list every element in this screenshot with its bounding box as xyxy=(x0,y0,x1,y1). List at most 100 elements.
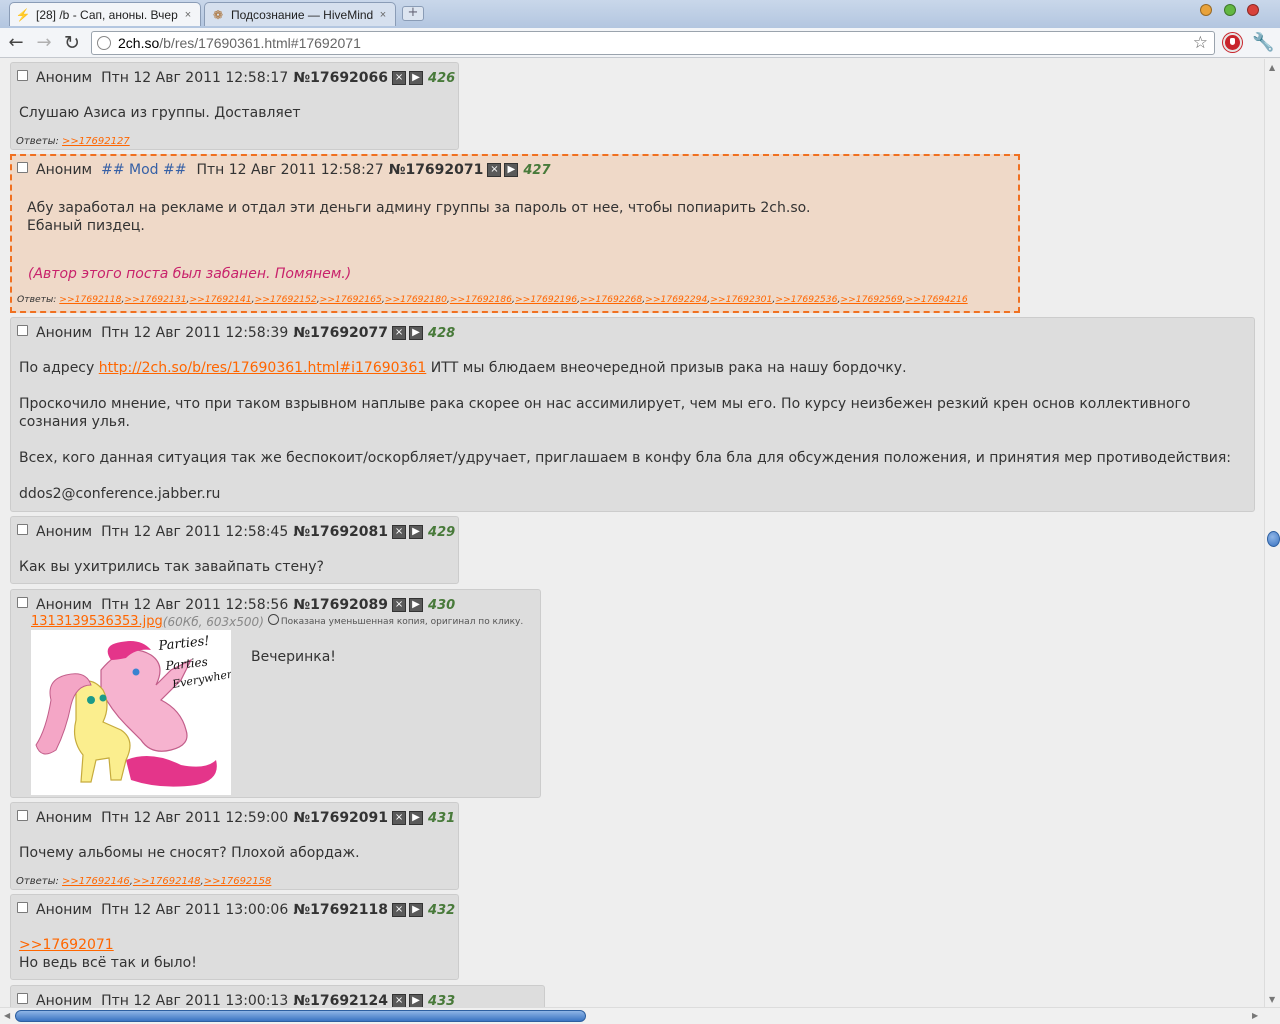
reply-link[interactable]: >>17692294 xyxy=(645,294,707,305)
reply-link[interactable]: >>17692148 xyxy=(133,876,201,887)
vertical-scroll-thumb[interactable] xyxy=(1267,531,1280,547)
reload-button[interactable]: ↻ xyxy=(61,32,83,54)
post-checkbox[interactable] xyxy=(17,161,28,173)
thread-page: Аноним Птн 12 Авг 2011 12:58:17 №1769206… xyxy=(0,59,1264,1007)
star-icon[interactable]: ☆ xyxy=(1193,32,1208,54)
tab-strip: ⚡ [28] /b - Сап, аноны. Вчер × ❁ Подсозн… xyxy=(0,0,1280,28)
post-counter: 432 xyxy=(428,902,456,918)
quote-link[interactable]: >>17692071 xyxy=(19,937,114,953)
close-icon[interactable]: × xyxy=(182,9,194,21)
post-checkbox[interactable] xyxy=(17,324,28,336)
post-number[interactable]: №17692077 xyxy=(293,325,388,341)
post-date: Птн 12 Авг 2011 12:59:00 xyxy=(101,810,289,826)
reply-arrow-icon[interactable]: ▶ xyxy=(409,326,424,340)
reply-link[interactable]: >>17692152 xyxy=(255,294,317,305)
post-author: Аноним xyxy=(36,325,93,341)
hide-post-icon[interactable]: × xyxy=(392,598,407,612)
post-message-line: Ебаный пиздец. xyxy=(27,218,145,234)
tab-hivemind[interactable]: ❁ Подсознание — HiveMind × xyxy=(204,2,396,26)
reply-link[interactable]: >>17692158 xyxy=(204,876,272,887)
hide-post-icon[interactable]: × xyxy=(392,525,407,539)
thread-link[interactable]: http://2ch.so/b/res/17690361.html#i17690… xyxy=(99,360,427,376)
scroll-right-icon[interactable]: ▶ xyxy=(1252,1011,1258,1020)
scroll-up-icon[interactable]: ▲ xyxy=(1269,63,1275,72)
reply-arrow-icon[interactable]: ▶ xyxy=(409,525,424,539)
reply-arrow-icon[interactable]: ▶ xyxy=(409,903,424,917)
back-button[interactable]: ← xyxy=(5,32,27,54)
post-checkbox[interactable] xyxy=(17,69,28,81)
forward-button[interactable]: → xyxy=(33,32,55,54)
post-message-line: ddos2@conference.jabber.ru xyxy=(19,486,221,502)
tab-active[interactable]: ⚡ [28] /b - Сап, аноны. Вчер × xyxy=(9,2,201,26)
reply-link[interactable]: >>17692118 xyxy=(59,294,121,305)
new-tab-button[interactable]: + xyxy=(402,6,424,21)
horizontal-scroll-thumb[interactable] xyxy=(15,1010,586,1022)
post-checkbox[interactable] xyxy=(17,596,28,608)
close-icon[interactable]: × xyxy=(377,9,389,21)
reply-arrow-icon[interactable]: ▶ xyxy=(409,598,424,612)
reply-arrow-icon[interactable]: ▶ xyxy=(409,71,424,85)
post-counter: 433 xyxy=(428,993,456,1008)
reply-link[interactable]: >>17692127 xyxy=(62,136,130,147)
post-number[interactable]: №17692118 xyxy=(293,902,388,918)
post-author: Аноним xyxy=(36,810,93,826)
post-header: Аноним Птн 12 Авг 2011 13:00:13 №1769212… xyxy=(17,992,455,1007)
reply-link[interactable]: >>17694216 xyxy=(906,294,968,305)
minimize-button[interactable] xyxy=(1200,4,1212,16)
post: Аноним Птн 12 Авг 2011 13:00:06 №1769211… xyxy=(10,894,459,980)
post-number[interactable]: №17692066 xyxy=(293,70,388,86)
address-bar[interactable]: 2ch.so/b/res/17690361.html#17692071 ☆ xyxy=(91,31,1215,55)
scroll-down-icon[interactable]: ▼ xyxy=(1269,995,1275,1004)
close-window-button[interactable] xyxy=(1247,4,1259,16)
reply-link[interactable]: >>17692131 xyxy=(124,294,186,305)
post-header: Аноним Птн 12 Авг 2011 12:59:00 №1769209… xyxy=(17,809,455,827)
post-checkbox[interactable] xyxy=(17,809,28,821)
post-checkbox[interactable] xyxy=(17,992,28,1004)
reply-link[interactable]: >>17692196 xyxy=(515,294,577,305)
hide-post-icon[interactable]: × xyxy=(392,811,407,825)
hide-post-icon[interactable]: × xyxy=(392,326,407,340)
horizontal-scrollbar[interactable]: ◀ ▶ xyxy=(0,1007,1280,1024)
reply-link[interactable]: >>17692569 xyxy=(840,294,902,305)
reply-link[interactable]: >>17692180 xyxy=(385,294,447,305)
reply-link[interactable]: >>17692268 xyxy=(580,294,642,305)
reply-link[interactable]: >>17692536 xyxy=(775,294,837,305)
post-counter: 428 xyxy=(428,325,456,341)
reply-arrow-icon[interactable]: ▶ xyxy=(409,811,424,825)
post-date: Птн 12 Авг 2011 12:58:45 xyxy=(101,524,289,540)
vertical-scrollbar[interactable]: ▲ ▼ xyxy=(1264,59,1280,1007)
file-link[interactable]: 1313139536353.jpg xyxy=(31,614,163,629)
post-message-line: Проскочило мнение, что при таком взрывно… xyxy=(19,396,1191,412)
post-header: Аноним Птн 12 Авг 2011 12:58:39 №1769207… xyxy=(17,324,455,342)
reply-arrow-icon[interactable]: ▶ xyxy=(409,994,424,1007)
reply-link[interactable]: >>17692301 xyxy=(710,294,772,305)
adblock-icon[interactable] xyxy=(1223,33,1242,52)
lightning-icon: ⚡ xyxy=(15,7,31,22)
hide-post-icon[interactable]: × xyxy=(392,71,407,85)
post-date: Птн 12 Авг 2011 13:00:13 xyxy=(101,993,289,1007)
magnifier-icon[interactable] xyxy=(267,614,279,625)
post-number[interactable]: №17692071 xyxy=(389,162,484,178)
post-date: Птн 12 Авг 2011 12:58:56 xyxy=(101,597,289,613)
hide-post-icon[interactable]: × xyxy=(392,903,407,917)
post-image-thumbnail[interactable]: Parties! Parties Everywhere xyxy=(31,630,240,795)
reply-link[interactable]: >>17692165 xyxy=(320,294,382,305)
maximize-button[interactable] xyxy=(1224,4,1236,16)
post-checkbox[interactable] xyxy=(17,901,28,913)
replies-label: Ответы: xyxy=(16,136,59,147)
reply-link[interactable]: >>17692186 xyxy=(450,294,512,305)
scroll-left-icon[interactable]: ◀ xyxy=(4,1011,10,1020)
post-number[interactable]: №17692089 xyxy=(293,597,388,613)
reply-link[interactable]: >>17692146 xyxy=(62,876,130,887)
post-checkbox[interactable] xyxy=(17,523,28,535)
hide-post-icon[interactable]: × xyxy=(392,994,407,1007)
reply-arrow-icon[interactable]: ▶ xyxy=(504,163,519,177)
post-number[interactable]: №17692124 xyxy=(293,993,388,1007)
hide-post-icon[interactable]: × xyxy=(487,163,502,177)
wrench-icon[interactable]: 🔧 xyxy=(1252,31,1274,55)
post-counter: 427 xyxy=(523,162,551,178)
reply-link[interactable]: >>17692141 xyxy=(189,294,251,305)
post-number[interactable]: №17692081 xyxy=(293,524,388,540)
post-number[interactable]: №17692091 xyxy=(293,810,388,826)
post-message: Почему альбомы не сносят? Плохой абордаж… xyxy=(19,845,360,861)
